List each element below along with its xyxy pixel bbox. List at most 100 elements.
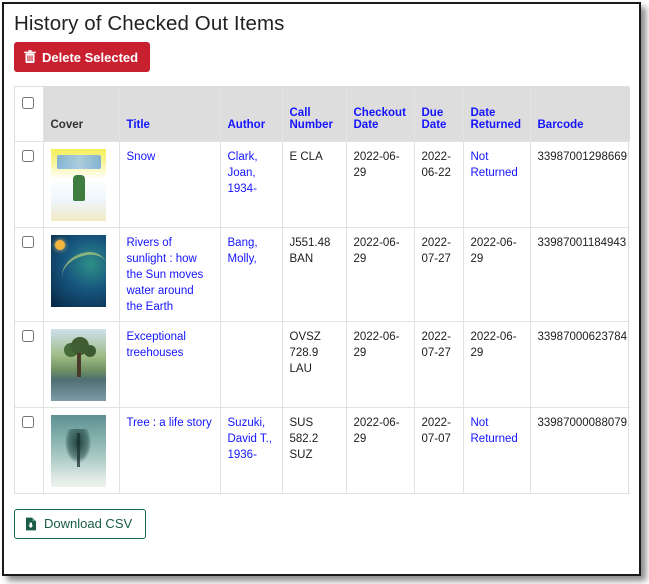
row-checkbox[interactable] <box>22 149 34 162</box>
checkout-date-cell: 2022-06-29 <box>346 141 415 228</box>
due-date-value: 2022-07-27 <box>421 236 451 265</box>
column-header-select <box>15 87 44 142</box>
row-checkbox[interactable] <box>22 415 34 428</box>
title-link[interactable]: Exceptional treehouses <box>127 329 213 361</box>
table-body: Snow Clark, Joan, 1934- E CLA 2022-06-29 202… <box>15 141 630 494</box>
author-link[interactable]: Suzuki, David T., 1936- <box>228 415 275 463</box>
due-date-cell: 2022-07-27 <box>414 321 464 408</box>
history-table-container: Cover Title Author Call Number Checkout … <box>14 86 630 494</box>
checkout-date-value: 2022-06-29 <box>353 150 400 179</box>
barcode-cell: 33987001298669 <box>530 141 630 228</box>
due-date-value: 2022-06-22 <box>421 150 451 179</box>
due-date-value: 2022-07-07 <box>421 416 451 445</box>
barcode-value: 33987000623784 <box>537 330 628 343</box>
not-returned-link[interactable]: Not Returned <box>471 149 523 181</box>
table-row: Tree : a life story Suzuki, David T., 193… <box>15 407 630 494</box>
not-returned-link[interactable]: Not Returned <box>471 415 523 447</box>
row-select-cell <box>15 227 44 322</box>
column-header-barcode[interactable]: Barcode <box>530 87 630 142</box>
checkout-date-value: 2022-06-29 <box>353 330 400 359</box>
author-link[interactable]: Clark, Joan, 1934- <box>228 149 275 197</box>
column-header-call-number-label: Call Number <box>289 106 333 131</box>
date-returned-value: 2022-06-29 <box>470 330 517 359</box>
download-csv-label: Download CSV <box>44 516 133 531</box>
call-number-value: SUS 582.2 SUZ <box>289 416 319 461</box>
barcode-cell: 33987000623784 <box>530 321 630 408</box>
checkout-date-value: 2022-06-29 <box>353 416 400 445</box>
call-number-value: E CLA <box>289 150 323 163</box>
column-header-checkout-date[interactable]: Checkout Date <box>346 87 415 142</box>
book-cover-image[interactable] <box>50 328 106 401</box>
title-link[interactable]: Rivers of sunlight : how the Sun moves w… <box>127 235 213 315</box>
title-cell: Tree : a life story <box>119 407 221 494</box>
call-number-cell: OVSZ 728.9 LAU <box>282 321 347 408</box>
table-row: Exceptional treehouses OVSZ 728.9 LAU 2022… <box>15 321 630 408</box>
author-cell: Suzuki, David T., 1936- <box>220 407 283 494</box>
column-header-date-returned[interactable]: Date Returned <box>463 87 531 142</box>
date-returned-value: 2022-06-29 <box>470 236 517 265</box>
column-header-cover-label: Cover <box>50 118 84 131</box>
select-all-checkbox[interactable] <box>22 97 34 109</box>
date-returned-cell: Not Returned <box>463 407 531 494</box>
column-header-due-date-label: Due Date <box>421 106 447 131</box>
title-link[interactable]: Tree : a life story <box>127 415 212 431</box>
call-number-value: OVSZ 728.9 LAU <box>289 330 321 375</box>
author-link[interactable]: Bang, Molly, <box>228 235 275 267</box>
table-row: Rivers of sunlight : how the Sun moves w… <box>15 227 630 322</box>
column-header-checkout-date-label: Checkout Date <box>353 106 406 131</box>
barcode-cell: 33987001184943 <box>530 227 630 322</box>
page-frame: History of Checked Out Items Delete Sele… <box>2 2 641 576</box>
due-date-cell: 2022-07-07 <box>414 407 464 494</box>
column-header-cover: Cover <box>43 87 120 142</box>
author-cell: Clark, Joan, 1934- <box>220 141 283 228</box>
author-cell <box>220 321 283 408</box>
due-date-cell: 2022-07-27 <box>414 227 464 322</box>
file-download-icon <box>25 517 37 531</box>
column-header-due-date[interactable]: Due Date <box>414 87 464 142</box>
column-header-title[interactable]: Title <box>119 87 221 142</box>
barcode-value: 33987001184943 <box>537 236 627 249</box>
column-header-barcode-label: Barcode <box>537 118 584 131</box>
page-title: History of Checked Out Items <box>14 12 285 35</box>
date-returned-cell: 2022-06-29 <box>463 227 531 322</box>
delete-selected-button[interactable]: Delete Selected <box>14 42 151 72</box>
date-returned-cell: 2022-06-29 <box>463 321 531 408</box>
book-cover-image[interactable] <box>50 234 106 307</box>
row-checkbox[interactable] <box>22 235 34 248</box>
cover-cell <box>43 227 120 322</box>
column-header-title-label: Title <box>126 118 150 131</box>
barcode-value: 33987001298669 <box>537 150 628 163</box>
call-number-cell: SUS 582.2 SUZ <box>282 407 347 494</box>
barcode-cell: 33987000088079 <box>530 407 630 494</box>
date-returned-cell: Not Returned <box>463 141 531 228</box>
call-number-cell: E CLA <box>282 141 347 228</box>
column-header-author[interactable]: Author <box>220 87 283 142</box>
title-cell: Snow <box>119 141 221 228</box>
history-table: Cover Title Author Call Number Checkout … <box>15 87 630 494</box>
column-header-call-number[interactable]: Call Number <box>282 87 347 142</box>
trash-icon <box>24 50 36 64</box>
call-number-value: J551.48 BAN <box>289 236 331 265</box>
row-select-cell <box>15 407 44 494</box>
table-header-row: Cover Title Author Call Number Checkout … <box>15 87 630 142</box>
barcode-value: 33987000088079 <box>537 416 628 429</box>
book-cover-image[interactable] <box>50 148 106 221</box>
download-csv-button[interactable]: Download CSV <box>14 508 147 539</box>
title-cell: Rivers of sunlight : how the Sun moves w… <box>119 227 221 322</box>
row-select-cell <box>15 321 44 408</box>
checkout-date-value: 2022-06-29 <box>353 236 400 265</box>
author-cell: Bang, Molly, <box>220 227 283 322</box>
column-header-author-label: Author <box>227 118 266 131</box>
title-cell: Exceptional treehouses <box>119 321 221 408</box>
delete-selected-label: Delete Selected <box>42 49 139 65</box>
checkout-date-cell: 2022-06-29 <box>346 227 415 322</box>
cover-cell <box>43 321 120 408</box>
top-toolbar: Delete Selected <box>4 38 639 72</box>
title-link[interactable]: Snow <box>127 149 156 165</box>
due-date-value: 2022-07-27 <box>421 330 451 359</box>
row-checkbox[interactable] <box>22 329 34 342</box>
checkout-date-cell: 2022-06-29 <box>346 321 415 408</box>
book-cover-image[interactable] <box>50 414 106 487</box>
call-number-cell: J551.48 BAN <box>282 227 347 322</box>
cover-cell <box>43 407 120 494</box>
